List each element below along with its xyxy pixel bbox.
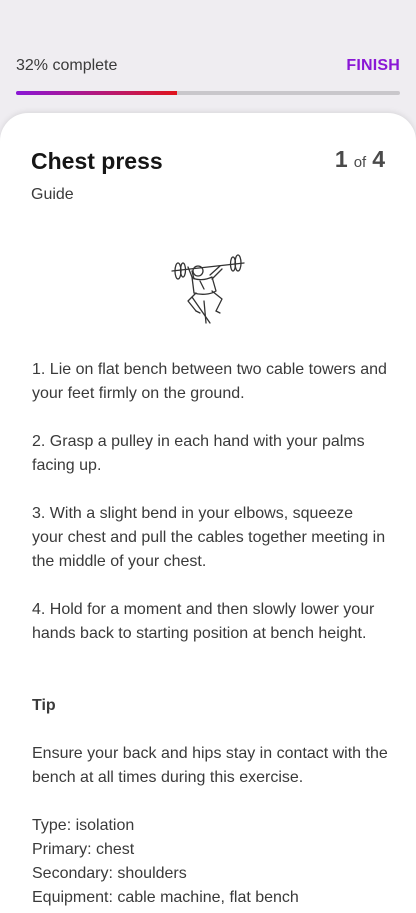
- exercise-title: Chest press: [31, 148, 163, 174]
- progress-bar-fill: [16, 91, 178, 95]
- exercise-index: 1: [334, 146, 348, 172]
- tip-text: Ensure your back and hips stay in contac…: [32, 745, 388, 786]
- step-3: 3. With a slight bend in your elbows, sq…: [32, 505, 386, 570]
- step-1: 1. Lie on flat bench between two cable t…: [32, 361, 387, 402]
- exercise-sheet: Chest press 1 of 4 Guide 1. Lie on flat be…: [0, 113, 416, 913]
- primary-muscle: Primary: chest: [32, 841, 135, 858]
- guide-label: Guide: [31, 186, 74, 203]
- chest-press-illustration: [171, 254, 245, 324]
- progress-label: 32% complete: [16, 57, 118, 74]
- equipment: Equipment: cable machine, flat bench: [32, 889, 299, 906]
- finish-button[interactable]: FINISH: [346, 57, 400, 75]
- exercise-total: 4: [372, 146, 385, 172]
- exercise-of-label: of: [353, 154, 367, 171]
- tip-heading: Tip: [32, 697, 56, 714]
- exercise-type: Type: isolation: [32, 817, 135, 834]
- step-4: 4. Hold for a moment and then slowly low…: [32, 601, 375, 642]
- progress-bar: [16, 91, 400, 95]
- exercise-counter: 1 of 4: [335, 146, 385, 173]
- step-2: 2. Grasp a pulley in each hand with your…: [32, 433, 365, 474]
- secondary-muscle: Secondary: shoulders: [32, 865, 187, 882]
- exercise-instructions: 1. Lie on flat bench between two cable t…: [32, 358, 388, 910]
